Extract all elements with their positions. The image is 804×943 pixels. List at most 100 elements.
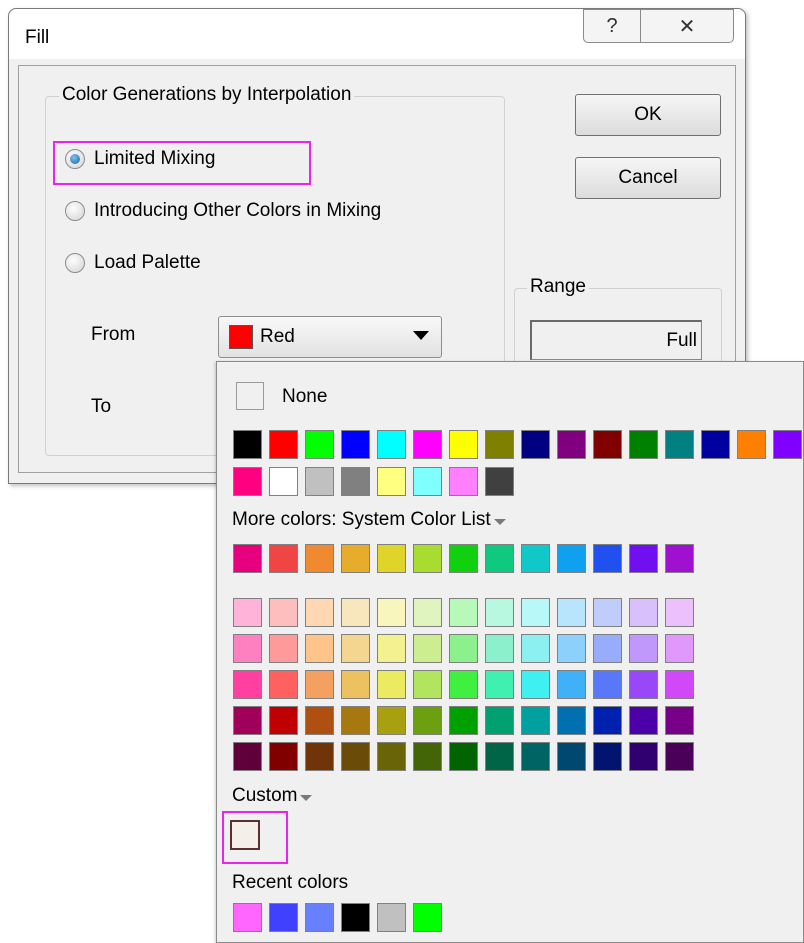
shade-color-swatch[interactable] xyxy=(557,706,586,735)
color-swatch[interactable] xyxy=(233,467,262,496)
shade-color-swatch[interactable] xyxy=(449,634,478,663)
shade-color-swatch[interactable] xyxy=(305,598,334,627)
shade-color-swatch[interactable] xyxy=(485,706,514,735)
color-swatch[interactable] xyxy=(305,467,334,496)
from-color-combo[interactable]: Red xyxy=(218,316,442,358)
shade-color-swatch[interactable] xyxy=(593,598,622,627)
range-field[interactable]: Full xyxy=(530,320,702,360)
color-swatch[interactable] xyxy=(377,467,406,496)
shade-color-swatch[interactable] xyxy=(485,742,514,771)
shade-color-swatch[interactable] xyxy=(341,598,370,627)
color-swatch[interactable] xyxy=(341,467,370,496)
system-color-swatch[interactable] xyxy=(629,544,658,573)
color-swatch[interactable] xyxy=(593,430,622,459)
shade-color-swatch[interactable] xyxy=(377,598,406,627)
system-color-swatch[interactable] xyxy=(413,544,442,573)
shade-color-swatch[interactable] xyxy=(413,634,442,663)
system-color-swatch[interactable] xyxy=(269,544,298,573)
color-swatch[interactable] xyxy=(449,430,478,459)
color-swatch[interactable] xyxy=(485,430,514,459)
shade-color-swatch[interactable] xyxy=(485,634,514,663)
system-color-swatch[interactable] xyxy=(557,544,586,573)
system-color-swatch[interactable] xyxy=(521,544,550,573)
color-swatch[interactable] xyxy=(269,467,298,496)
shade-color-swatch[interactable] xyxy=(557,598,586,627)
shade-color-swatch[interactable] xyxy=(449,670,478,699)
help-button[interactable]: ? xyxy=(583,9,641,43)
shade-color-swatch[interactable] xyxy=(521,598,550,627)
system-color-swatch[interactable] xyxy=(485,544,514,573)
custom-color-swatch[interactable] xyxy=(230,820,260,850)
shade-color-swatch[interactable] xyxy=(521,634,550,663)
shade-color-swatch[interactable] xyxy=(557,670,586,699)
shade-color-swatch[interactable] xyxy=(233,634,262,663)
shade-color-swatch[interactable] xyxy=(521,670,550,699)
shade-color-swatch[interactable] xyxy=(557,634,586,663)
recent-color-swatch[interactable] xyxy=(269,903,298,932)
system-color-swatch[interactable] xyxy=(377,544,406,573)
shade-color-swatch[interactable] xyxy=(629,742,658,771)
color-swatch[interactable] xyxy=(269,430,298,459)
shade-color-swatch[interactable] xyxy=(521,706,550,735)
recent-color-swatch[interactable] xyxy=(233,903,262,932)
system-color-swatch[interactable] xyxy=(233,544,262,573)
color-swatch[interactable] xyxy=(665,430,694,459)
shade-color-swatch[interactable] xyxy=(665,634,694,663)
color-swatch[interactable] xyxy=(449,467,478,496)
shade-color-swatch[interactable] xyxy=(593,634,622,663)
shade-color-swatch[interactable] xyxy=(665,706,694,735)
none-color-swatch[interactable] xyxy=(236,382,264,410)
shade-color-swatch[interactable] xyxy=(305,742,334,771)
shade-color-swatch[interactable] xyxy=(305,670,334,699)
shade-color-swatch[interactable] xyxy=(341,742,370,771)
recent-color-swatch[interactable] xyxy=(377,903,406,932)
color-swatch[interactable] xyxy=(737,430,766,459)
shade-color-swatch[interactable] xyxy=(485,598,514,627)
shade-color-swatch[interactable] xyxy=(377,706,406,735)
recent-color-swatch[interactable] xyxy=(413,903,442,932)
shade-color-swatch[interactable] xyxy=(593,742,622,771)
shade-color-swatch[interactable] xyxy=(305,634,334,663)
system-color-swatch[interactable] xyxy=(593,544,622,573)
recent-color-swatch[interactable] xyxy=(305,903,334,932)
shade-color-swatch[interactable] xyxy=(593,670,622,699)
shade-color-swatch[interactable] xyxy=(233,670,262,699)
shade-color-swatch[interactable] xyxy=(413,670,442,699)
shade-color-swatch[interactable] xyxy=(377,670,406,699)
custom-dropdown[interactable]: Custom xyxy=(232,785,313,807)
shade-color-swatch[interactable] xyxy=(413,598,442,627)
shade-color-swatch[interactable] xyxy=(449,706,478,735)
shade-color-swatch[interactable] xyxy=(269,598,298,627)
shade-color-swatch[interactable] xyxy=(233,706,262,735)
shade-color-swatch[interactable] xyxy=(629,634,658,663)
shade-color-swatch[interactable] xyxy=(665,742,694,771)
shade-color-swatch[interactable] xyxy=(341,670,370,699)
color-swatch[interactable] xyxy=(233,430,262,459)
shade-color-swatch[interactable] xyxy=(413,742,442,771)
shade-color-swatch[interactable] xyxy=(521,742,550,771)
shade-color-swatch[interactable] xyxy=(449,598,478,627)
system-color-swatch[interactable] xyxy=(665,544,694,573)
shade-color-swatch[interactable] xyxy=(269,742,298,771)
shade-color-swatch[interactable] xyxy=(557,742,586,771)
shade-color-swatch[interactable] xyxy=(233,598,262,627)
ok-button[interactable]: OK xyxy=(575,94,721,136)
recent-color-swatch[interactable] xyxy=(341,903,370,932)
color-swatch[interactable] xyxy=(521,430,550,459)
shade-color-swatch[interactable] xyxy=(341,706,370,735)
color-swatch[interactable] xyxy=(629,430,658,459)
shade-color-swatch[interactable] xyxy=(269,634,298,663)
shade-color-swatch[interactable] xyxy=(305,706,334,735)
shade-color-swatch[interactable] xyxy=(233,742,262,771)
system-color-swatch[interactable] xyxy=(305,544,334,573)
color-swatch[interactable] xyxy=(413,467,442,496)
none-label[interactable]: None xyxy=(282,386,327,408)
shade-color-swatch[interactable] xyxy=(629,670,658,699)
shade-color-swatch[interactable] xyxy=(269,706,298,735)
shade-color-swatch[interactable] xyxy=(665,598,694,627)
shade-color-swatch[interactable] xyxy=(665,670,694,699)
color-swatch[interactable] xyxy=(485,467,514,496)
color-swatch[interactable] xyxy=(341,430,370,459)
color-swatch[interactable] xyxy=(377,430,406,459)
shade-color-swatch[interactable] xyxy=(377,634,406,663)
